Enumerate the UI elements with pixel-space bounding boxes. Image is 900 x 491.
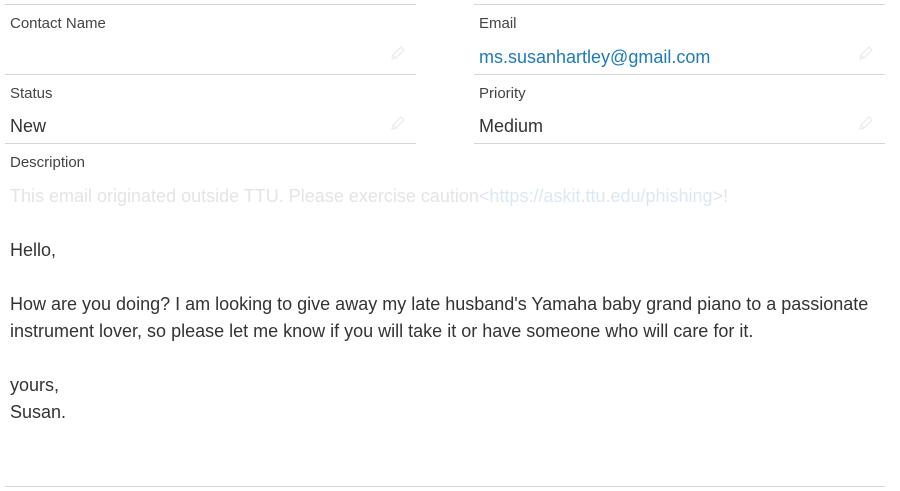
priority-field[interactable]: Priority Medium bbox=[474, 75, 885, 144]
signature: Susan. bbox=[10, 402, 67, 422]
priority-value[interactable]: Medium bbox=[479, 116, 543, 137]
warning-tail: ! bbox=[723, 186, 729, 206]
phishing-link[interactable]: https://askit.ttu.edu/phishing> bbox=[489, 186, 723, 206]
status-label: Status bbox=[10, 85, 53, 102]
description-body: This email originated outside TTU. Pleas… bbox=[10, 183, 880, 426]
description-label: Description bbox=[10, 154, 86, 171]
warning-text: This email originated outside TTU. Pleas… bbox=[10, 186, 490, 206]
contact-name-label: Contact Name bbox=[10, 15, 106, 32]
email-label: Email bbox=[479, 15, 517, 32]
pencil-icon[interactable] bbox=[390, 45, 406, 61]
status-field[interactable]: Status New bbox=[5, 75, 416, 144]
greeting: Hello, bbox=[10, 240, 57, 260]
message-paragraph: How are you doing? I am looking to give … bbox=[10, 294, 869, 341]
status-value[interactable]: New bbox=[10, 116, 46, 137]
closing-line: yours, Susan. bbox=[10, 372, 880, 426]
pencil-icon[interactable] bbox=[390, 115, 406, 131]
email-link[interactable]: ms.susanhartley@gmail.com bbox=[479, 47, 710, 68]
priority-label: Priority bbox=[479, 85, 526, 102]
pencil-icon[interactable] bbox=[858, 115, 874, 131]
contact-name-field[interactable]: Contact Name bbox=[5, 5, 416, 75]
external-email-warning: This email originated outside TTU. Pleas… bbox=[10, 183, 880, 210]
bottom-divider bbox=[5, 486, 885, 487]
closing: yours, bbox=[10, 375, 60, 395]
pencil-icon[interactable] bbox=[858, 45, 874, 61]
email-field[interactable]: Email ms.susanhartley@gmail.com bbox=[474, 5, 885, 75]
